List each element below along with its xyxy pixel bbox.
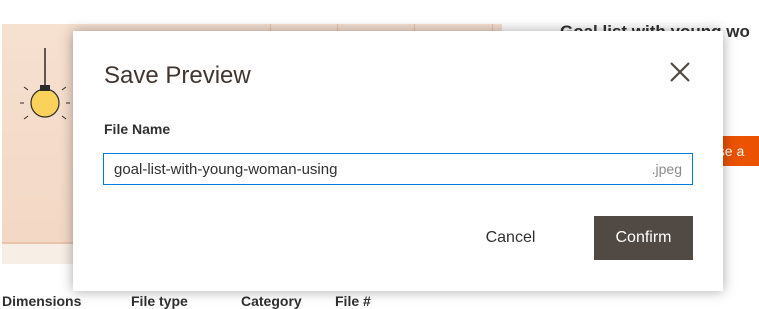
save-preview-modal: Save Preview File Name .jpeg Cancel Conf… (73, 31, 723, 291)
meta-label-dimensions: Dimensions (2, 293, 82, 309)
meta-label-category: Category (241, 293, 302, 309)
file-name-input[interactable] (104, 154, 634, 184)
file-extension-suffix: .jpeg (651, 161, 682, 177)
modal-title: Save Preview (104, 62, 251, 89)
meta-label-file-number: File # (335, 293, 371, 309)
file-name-label: File Name (104, 121, 171, 137)
confirm-button[interactable]: Confirm (594, 216, 693, 260)
close-icon[interactable] (667, 59, 693, 85)
cancel-button[interactable]: Cancel (463, 216, 558, 260)
file-name-field-wrapper: .jpeg (103, 153, 693, 185)
meta-label-file-type: File type (131, 293, 188, 309)
lightbulb-icon (20, 48, 70, 120)
